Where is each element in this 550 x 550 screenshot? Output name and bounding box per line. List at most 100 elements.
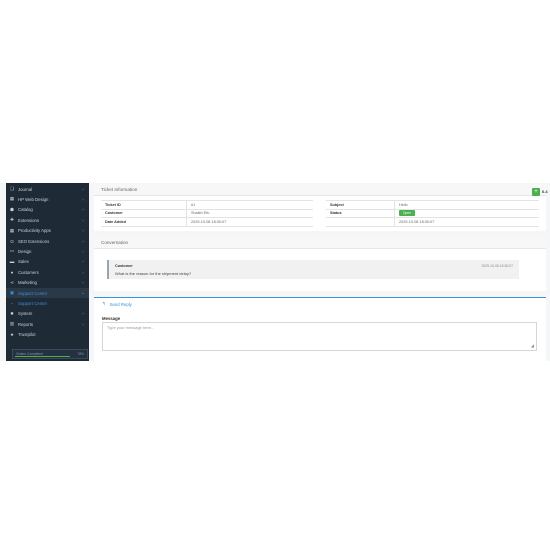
message-label: Message: [102, 316, 121, 321]
ticket-field-value: Open: [394, 209, 539, 217]
sidebar-item-productivity-apps[interactable]: ▦ Productivity Apps ›: [6, 226, 89, 236]
sidebar-item-reports[interactable]: ▥ Reports ›: [6, 319, 89, 329]
sidebar-item-journal[interactable]: ❑ Journal ›: [6, 184, 89, 194]
ticket-info-row: 2025-10-08 18:30:07: [326, 218, 539, 227]
message-author: Customer: [115, 264, 133, 268]
conversation-heading: Conversation: [94, 236, 546, 249]
chevron-right-icon: ›: [82, 248, 84, 254]
chevron-right-icon: ›: [82, 238, 84, 244]
ticket-field-value: Shaikh Efu: [186, 209, 313, 217]
sidebar-item-seo-extensions[interactable]: G SEO Extensions ›: [6, 236, 89, 246]
cart-icon: ▬: [9, 259, 15, 265]
chevron-right-icon: ›: [82, 207, 84, 213]
chevron-right-icon: ›: [82, 269, 84, 275]
status-badge: Open: [399, 210, 415, 217]
sidebar-item-marketing[interactable]: ⋖ Marketing ›: [6, 278, 89, 288]
ticket-field-value: 2025-10-08 18:30:07: [186, 218, 313, 226]
ticket-info-row: Date Added 2025-10-08 18:30:07: [101, 218, 313, 227]
reply-icon: ↰: [102, 301, 106, 306]
dash-icon: -: [11, 300, 13, 306]
ticket-info-table-left: Ticket ID #1 Customer Shaikh Efu Date Added 2…: [101, 200, 313, 227]
sidebar-item-label: Marketing: [18, 280, 37, 286]
plus-icon: +: [532, 187, 540, 196]
sidebar-item-sales[interactable]: ▬ Sales ›: [6, 257, 89, 267]
sidebar-item-label: Extensions: [18, 217, 40, 223]
sidebar-item-trustpilot[interactable]: ★ Trustpilot: [6, 330, 89, 340]
message-time: 2025-10-08 18:30:07: [481, 264, 513, 268]
sidebar-item-label: Design: [18, 248, 32, 254]
main-content: Ticket Information Ticket ID #1 Customer Sh…: [94, 183, 546, 361]
monitor-icon: ▭: [9, 248, 15, 254]
ticket-field-label: Subject: [330, 202, 344, 207]
ticket-field-value: 2025-10-08 18:30:07: [394, 218, 539, 226]
share-icon: ⋖: [10, 279, 14, 285]
sidebar-item-label: System: [18, 311, 33, 317]
gear-icon: ✹: [10, 310, 14, 316]
ticket-field-value: Hello: [394, 201, 539, 209]
ticket-field-value: #1: [186, 201, 313, 209]
sidebar-item-label: Reports: [18, 321, 34, 327]
ticket-info-row: Status Open: [326, 209, 539, 218]
message-bubble: Customer 2025-10-08 18:30:07 What is the…: [107, 260, 519, 279]
user-icon: ●: [10, 269, 14, 275]
sidebar-item-design[interactable]: ▭ Design ›: [6, 246, 89, 256]
message-textarea[interactable]: Type your message here... ◢: [102, 322, 537, 351]
sidebar-item-customers[interactable]: ● Customers ›: [6, 267, 89, 277]
sidebar-item-system[interactable]: ✹ System ›: [6, 309, 89, 319]
wordpress-icon: ▦: [9, 196, 15, 202]
send-reply-tab[interactable]: ↰ Send Reply: [94, 297, 546, 311]
sidebar-item-support-center[interactable]: ▣ Support Center ⌄: [6, 288, 89, 298]
send-reply-label: Send Reply: [109, 301, 132, 307]
ticket-field-label: Customer: [105, 211, 123, 216]
ticket-field-label: Date Added: [105, 219, 126, 224]
chevron-right-icon: ›: [82, 280, 84, 286]
progress-bar: [15, 355, 70, 357]
chevron-right-icon: ›: [82, 228, 84, 234]
ticket-info-heading: Ticket Information: [94, 183, 546, 196]
sidebar-item-hp-web-design[interactable]: ▦ HP Web Design ›: [6, 194, 89, 204]
ticket-info-row: Ticket ID #1: [101, 201, 313, 210]
sidebar-item-support-center-sub[interactable]: - Support Center: [6, 298, 89, 308]
message-text: What is the reason for the shipment dela…: [115, 271, 192, 276]
ticket-info-panel: Ticket Information Ticket ID #1 Customer Sh…: [94, 183, 546, 231]
book-icon: ❑: [9, 186, 15, 191]
puzzle-icon: ✚: [10, 217, 14, 223]
chevron-down-icon: ⌄: [81, 290, 85, 295]
sidebar: ❑ Journal › ▦ HP Web Design › ⬢ Catalog › ✚ Extens…: [6, 183, 89, 361]
support-icon: ▣: [9, 290, 15, 295]
chevron-right-icon: ›: [82, 196, 84, 202]
bar-chart-icon: ▥: [9, 321, 15, 327]
ticket-info-row: Subject Hello: [326, 201, 539, 210]
chevron-right-icon: ›: [82, 321, 84, 327]
sidebar-item-label: Journal: [18, 186, 33, 192]
sidebar-item-label: Catalog: [18, 207, 33, 213]
chevron-right-icon: ›: [82, 311, 84, 317]
sidebar-item-label: Productivity Apps: [18, 228, 51, 234]
chevron-right-icon: ›: [82, 186, 84, 192]
sidebar-item-label: Customers: [18, 269, 39, 275]
grid-icon: ▦: [9, 227, 15, 233]
chevron-right-icon: ›: [82, 259, 84, 265]
google-icon: G: [10, 238, 14, 244]
chevron-right-icon: ›: [82, 217, 84, 223]
sidebar-item-label: Sales: [18, 259, 29, 265]
ticket-info-table-right: Subject Hello Status Open 2025-10-08 18:30:0…: [326, 200, 539, 227]
ticket-info-row: Customer Shaikh Efu: [101, 209, 313, 218]
ticket-field-label: Ticket ID: [105, 202, 121, 207]
sidebar-item-catalog[interactable]: ⬢ Catalog ›: [6, 205, 89, 215]
admin-screen: ❑ Journal › ▦ HP Web Design › ⬢ Catalog › ✚ Extens…: [0, 183, 550, 361]
sidebar-item-label: HP Web Design: [18, 196, 49, 202]
sidebar-item-label: Support Center: [18, 300, 48, 306]
progress-value: 78%: [77, 352, 84, 356]
star-icon: ★: [9, 331, 15, 337]
sidebar-item-extensions[interactable]: ✚ Extensions ›: [6, 215, 89, 225]
sidebar-item-label: Support Center: [18, 290, 48, 296]
orders-progress: Orders Completed 78%: [12, 349, 88, 359]
resize-handle-icon[interactable]: ◢: [531, 343, 534, 348]
message-placeholder: Type your message here...: [107, 325, 155, 330]
extension-badge-label: 6.4: [542, 189, 548, 194]
sidebar-item-label: SEO Extensions: [18, 238, 50, 244]
extension-badge[interactable]: + 6.4: [532, 187, 550, 196]
sidebar-item-label: Trustpilot: [18, 332, 36, 338]
tag-icon: ⬢: [9, 206, 14, 212]
